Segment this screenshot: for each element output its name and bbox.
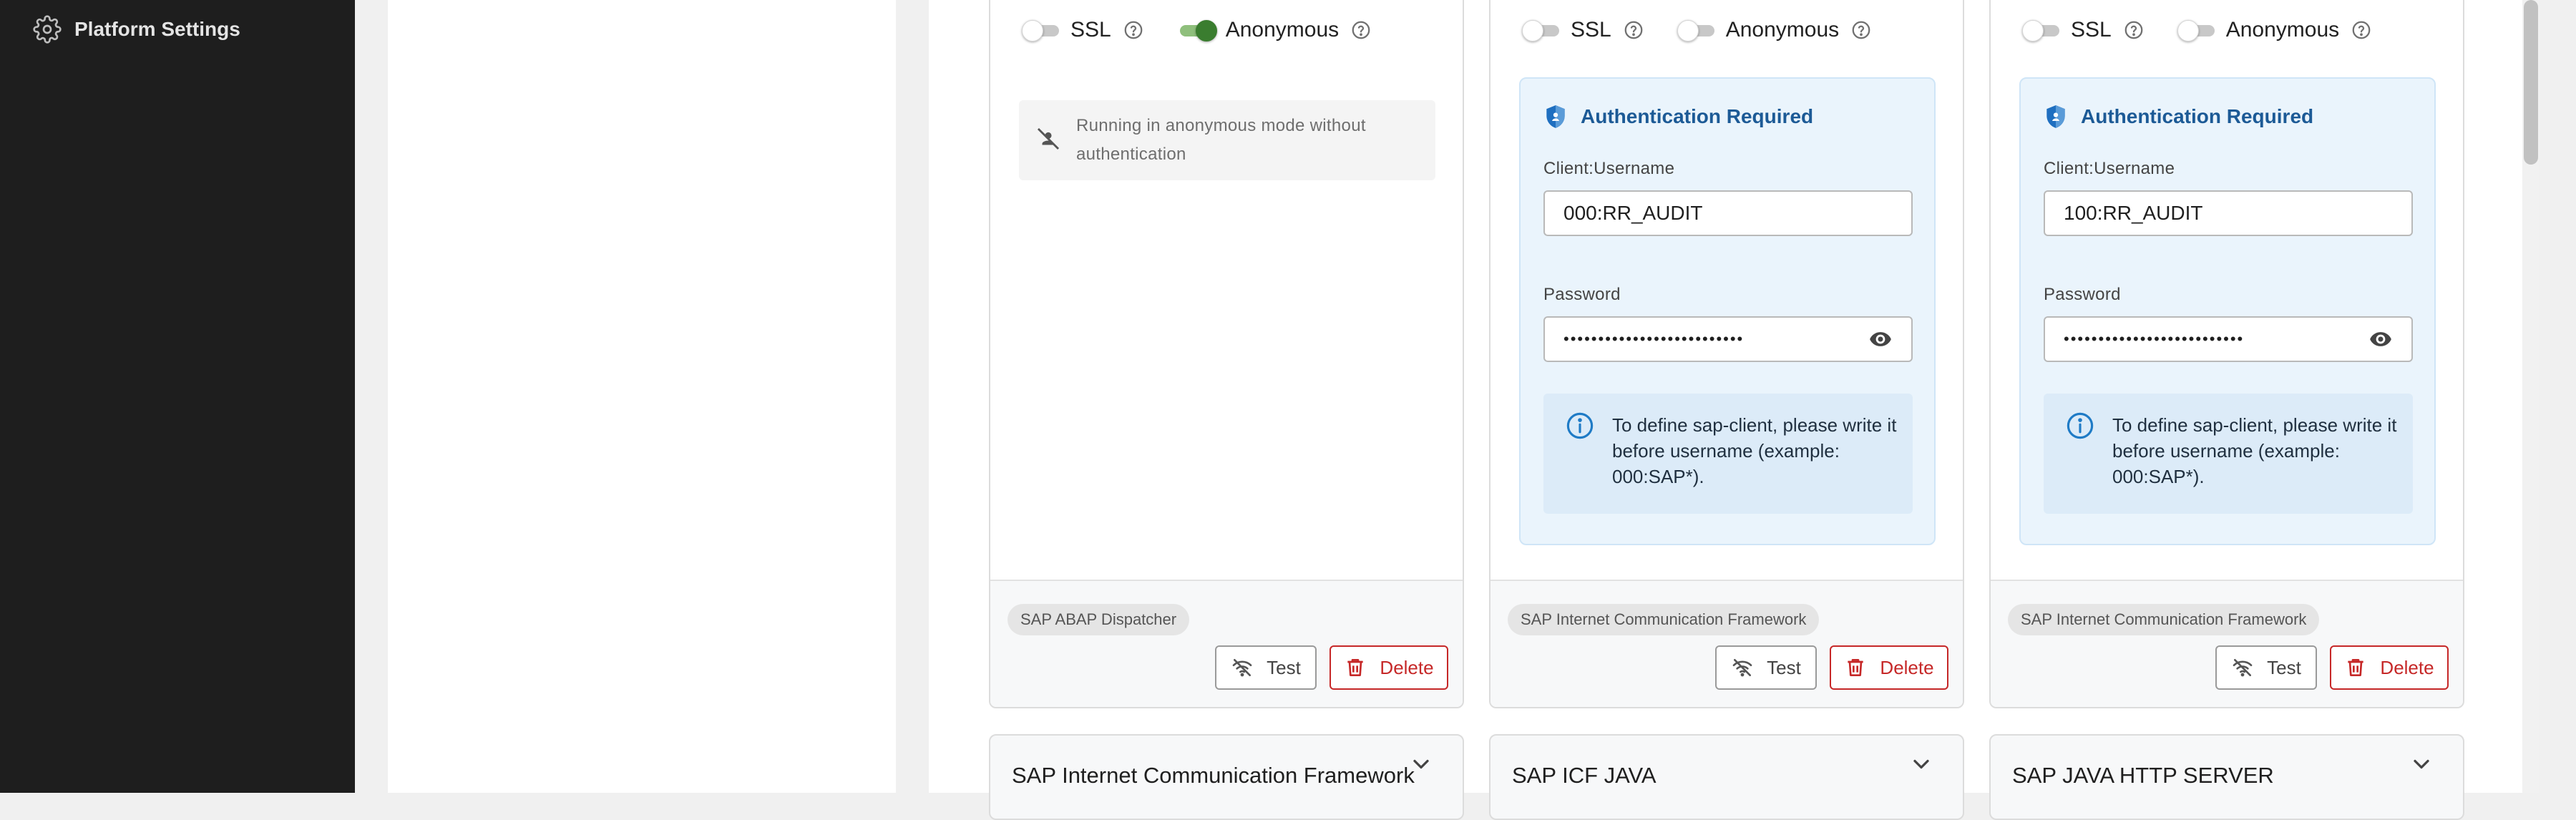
shield-icon [2042, 103, 2069, 130]
chevron-down-icon[interactable] [1408, 751, 1434, 777]
protocol-chip: SAP Internet Communication Framework [2008, 604, 2320, 635]
auth-title: Authentication Required [1581, 105, 1814, 127]
username-field[interactable] [1543, 190, 1913, 236]
toggle-row: SSL Anonymous [1522, 13, 1872, 47]
sidebar-item-label: Platform Settings [74, 18, 240, 40]
test-label: Test [1267, 656, 1301, 678]
protocol-chip: SAP ABAP Dispatcher [1008, 604, 1190, 635]
sidebar-item-platform-settings[interactable]: Platform Settings [33, 13, 240, 46]
delete-button[interactable]: Delete [2330, 645, 2449, 690]
wifi-icon [1231, 656, 1254, 679]
trash-icon [2344, 656, 2367, 679]
delete-button[interactable]: Delete [1830, 645, 1948, 690]
help-icon[interactable] [2123, 19, 2145, 41]
toggle-row: SSL Anonymous [1022, 13, 1372, 47]
anonymous-toggle[interactable]: Anonymous [2177, 18, 2372, 42]
username-label: Client:Username [2044, 159, 2175, 178]
delete-label: Delete [1380, 656, 1434, 678]
trash-icon [1844, 656, 1867, 679]
help-icon[interactable] [2351, 19, 2372, 41]
delete-label: Delete [2380, 656, 2434, 678]
connection-card: SSL Anonymous Authentication Required Cl… [1489, 0, 1964, 708]
collapsed-card-title: SAP Internet Communication Framework [1012, 763, 1415, 788]
eye-icon[interactable] [2368, 327, 2393, 351]
test-button[interactable]: Test [1715, 645, 1817, 690]
anonymous-notice: Running in anonymous mode without authen… [1019, 100, 1435, 180]
trash-icon [1344, 656, 1367, 679]
collapsed-card[interactable]: SAP ICF JAVA [1489, 734, 1964, 820]
connection-card: SSL Anonymous Authentication Required Cl… [1989, 0, 2464, 708]
help-icon[interactable] [1850, 19, 1872, 41]
username-label: Client:Username [1543, 159, 1675, 178]
protocol-chip: SAP Internet Communication Framework [1508, 604, 1820, 635]
anonymous-switch[interactable] [2177, 18, 2216, 42]
info-icon [2065, 411, 2095, 441]
ssl-label: SSL [2071, 18, 2112, 42]
help-icon[interactable] [1623, 19, 1644, 41]
toggle-row: SSL Anonymous [2022, 13, 2372, 47]
auth-header: Authentication Required [2042, 103, 2313, 130]
help-icon[interactable] [1350, 19, 1372, 41]
password-label: Password [2044, 285, 2121, 304]
delete-button[interactable]: Delete [1330, 645, 1448, 690]
collapsed-card-title: SAP JAVA HTTP SERVER [2012, 763, 2274, 788]
ssl-switch[interactable] [2022, 18, 2061, 42]
password-label: Password [1543, 285, 1621, 304]
wifi-icon [1731, 656, 1754, 679]
test-button[interactable]: Test [2215, 645, 2317, 690]
card-footer: SAP Internet Communication Framework Tes… [1491, 580, 1963, 707]
wifi-icon [2231, 656, 2254, 679]
collapsed-card[interactable]: SAP Internet Communication Framework [989, 734, 1464, 820]
anonymous-label: Anonymous [2225, 18, 2340, 42]
secondary-panel [388, 0, 896, 793]
card-footer: SAP Internet Communication Framework Tes… [1991, 580, 2463, 707]
ssl-label: SSL [1571, 18, 1611, 42]
chevron-down-icon[interactable] [1908, 751, 1934, 777]
password-field[interactable] [2044, 316, 2413, 362]
anonymous-label: Anonymous [1725, 18, 1840, 42]
test-label: Test [1767, 656, 1801, 678]
authentication-box: Authentication Required Client:Username … [1519, 77, 1936, 545]
no-accounts-icon [1036, 127, 1060, 155]
ssl-switch[interactable] [1522, 18, 1561, 42]
scrollbar-thumb[interactable] [2524, 0, 2538, 165]
info-box: To define sap-client, please write it be… [1543, 394, 1913, 514]
ssl-label: SSL [1070, 18, 1111, 42]
card-footer: SAP ABAP Dispatcher Test Delete [990, 580, 1463, 707]
ssl-toggle[interactable]: SSL [1022, 18, 1144, 42]
connection-card: SSL Anonymous Running in anonymous mode … [989, 0, 1464, 708]
ssl-toggle[interactable]: SSL [2022, 18, 2145, 42]
chevron-down-icon[interactable] [2409, 751, 2434, 777]
username-field[interactable] [2044, 190, 2413, 236]
anonymous-label: Anonymous [1225, 18, 1340, 42]
anonymous-toggle[interactable]: Anonymous [1677, 18, 1872, 42]
anonymous-switch[interactable] [1177, 18, 1217, 42]
eye-icon[interactable] [1868, 327, 1893, 351]
help-icon[interactable] [1123, 19, 1144, 41]
ssl-switch[interactable] [1022, 18, 1060, 42]
sidebar: Platform Settings [0, 0, 355, 793]
info-text: To define sap-client, please write it be… [1612, 414, 1897, 487]
shield-icon [1542, 103, 1569, 130]
collapsed-card-title: SAP ICF JAVA [1512, 763, 1657, 788]
ssl-toggle[interactable]: SSL [1522, 18, 1644, 42]
test-label: Test [2267, 656, 2301, 678]
gear-icon [33, 15, 62, 44]
collapsed-card[interactable]: SAP JAVA HTTP SERVER [1989, 734, 2464, 820]
anonymous-notice-text: Running in anonymous mode without authen… [1076, 116, 1366, 164]
auth-header: Authentication Required [1542, 103, 1813, 130]
delete-label: Delete [1880, 656, 1934, 678]
info-box: To define sap-client, please write it be… [2044, 394, 2413, 514]
authentication-box: Authentication Required Client:Username … [2019, 77, 2436, 545]
test-button[interactable]: Test [1215, 645, 1317, 690]
info-icon [1565, 411, 1595, 441]
password-field[interactable] [1543, 316, 1913, 362]
auth-title: Authentication Required [2081, 105, 2314, 127]
anonymous-switch[interactable] [1677, 18, 1716, 42]
anonymous-toggle[interactable]: Anonymous [1177, 18, 1372, 42]
info-text: To define sap-client, please write it be… [2112, 414, 2397, 487]
